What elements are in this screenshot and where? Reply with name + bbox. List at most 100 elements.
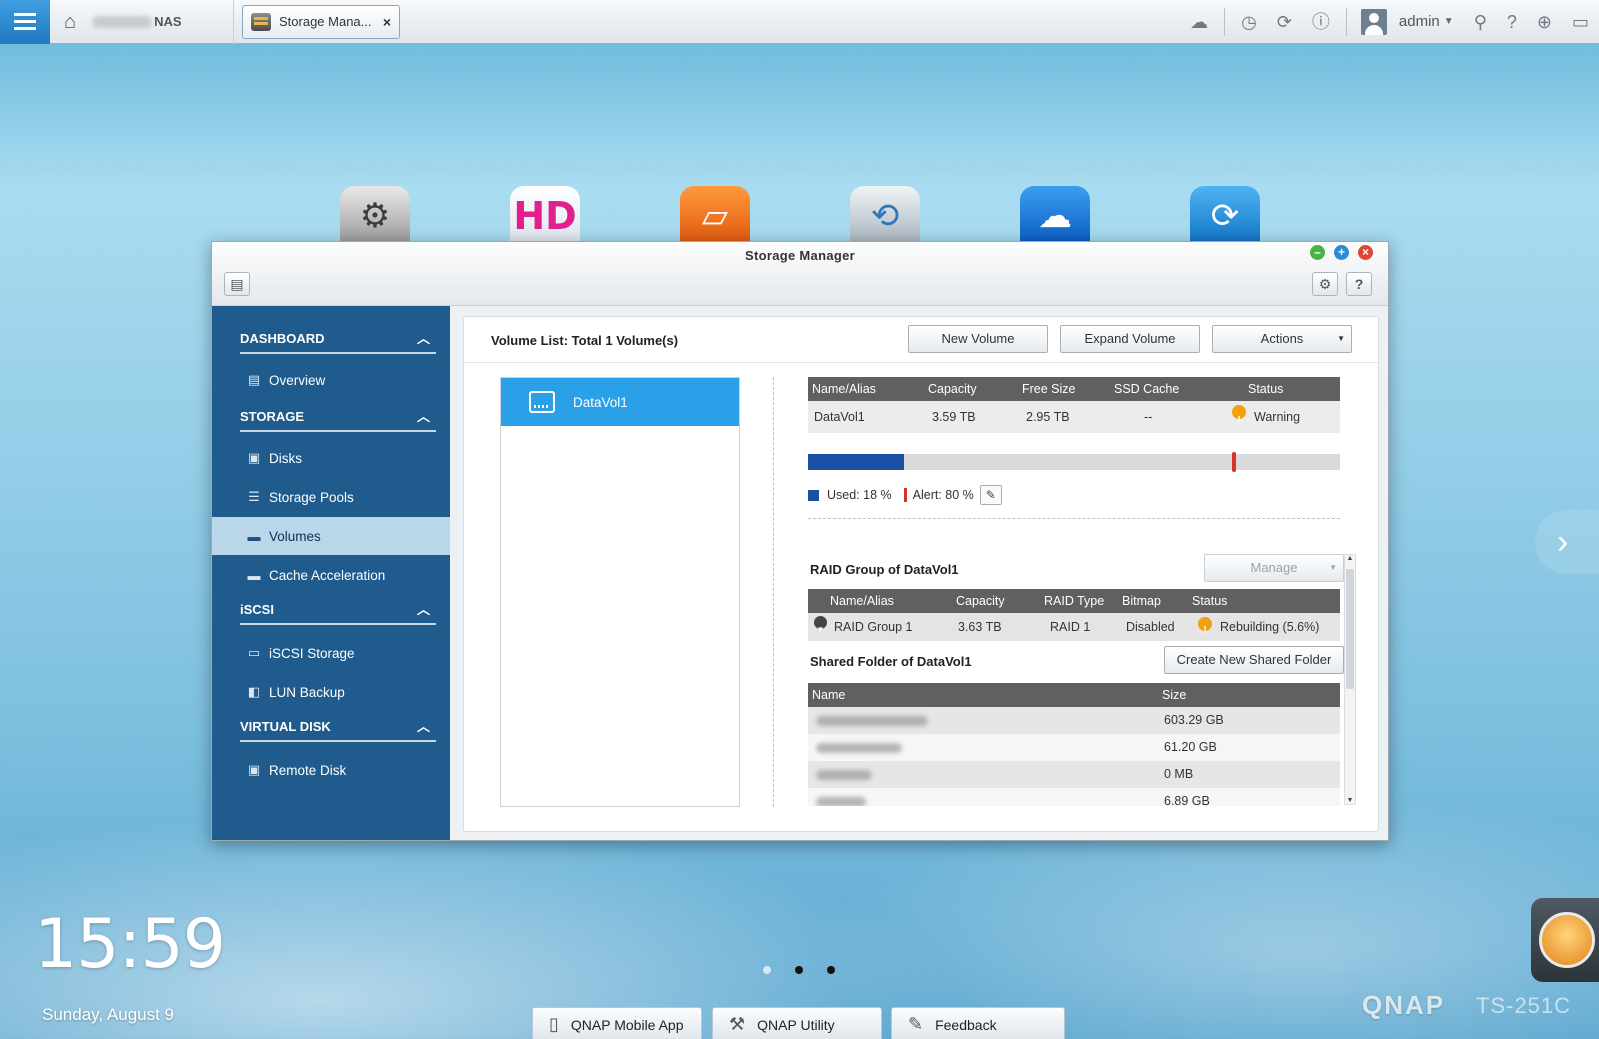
volume-free-size: 2.95 TB bbox=[1026, 410, 1070, 424]
close-icon[interactable]: × bbox=[1358, 245, 1373, 260]
sidebar-item-cache-acceleration[interactable]: ▬ Cache Acceleration bbox=[212, 556, 450, 594]
divider bbox=[1345, 7, 1347, 36]
expand-volume-button[interactable]: Expand Volume bbox=[1060, 325, 1200, 353]
storage-manager-tab[interactable]: Storage Mana... × bbox=[242, 4, 400, 39]
sidebar-item-label: LUN Backup bbox=[269, 684, 345, 700]
dropdown-arrow-icon: ▼ bbox=[1337, 334, 1345, 343]
chevron-up-icon[interactable]: ︿ bbox=[417, 595, 430, 625]
volume-list-title: Volume List: Total 1 Volume(s) bbox=[491, 333, 679, 348]
backup-icon: ⟲ bbox=[870, 197, 900, 235]
create-shared-folder-button[interactable]: Create New Shared Folder bbox=[1164, 646, 1344, 674]
maximize-icon[interactable]: + bbox=[1334, 245, 1349, 260]
backup-station-app-icon[interactable]: ⟲ bbox=[850, 186, 920, 242]
section-dashboard[interactable]: DASHBOARD ︿ bbox=[240, 324, 436, 354]
desktop-page-dot-1[interactable] bbox=[763, 966, 771, 974]
chevron-up-icon[interactable]: ︿ bbox=[417, 402, 430, 432]
background-task-icon[interactable]: ⟳ bbox=[1277, 13, 1292, 31]
dashboard-gauge-widget[interactable] bbox=[1531, 898, 1599, 982]
chevron-down-icon[interactable]: ▼ bbox=[1444, 16, 1454, 27]
tab-label: Storage Mana... bbox=[279, 14, 372, 29]
table-row[interactable]: 61.20 GB bbox=[808, 734, 1340, 761]
table-row[interactable]: DataVol1 3.59 TB 2.95 TB -- ! Warning bbox=[808, 401, 1340, 433]
table-row[interactable]: ▼ RAID Group 1 3.63 TB RAID 1 Disabled ! R… bbox=[808, 613, 1340, 641]
sidebar-item-disks[interactable]: ▣ Disks bbox=[212, 439, 450, 477]
feedback-button[interactable]: ✎ Feedback bbox=[891, 1007, 1065, 1039]
edit-alert-pencil-icon[interactable]: ✎ bbox=[979, 485, 1002, 505]
scroll-down-icon[interactable]: ▼ bbox=[1345, 797, 1355, 804]
table-row[interactable]: 0 MB bbox=[808, 761, 1340, 788]
cloud-icon[interactable]: ☁ bbox=[1190, 13, 1208, 31]
qnap-utility-button[interactable]: ⚒ QNAP Utility bbox=[712, 1007, 882, 1039]
info-icon[interactable]: ⓘ bbox=[1312, 13, 1330, 31]
sidebar-item-overview[interactable]: ▤ Overview bbox=[212, 361, 450, 399]
chevron-up-icon[interactable]: ︿ bbox=[417, 712, 430, 742]
volume-item-label: DataVol1 bbox=[573, 394, 628, 410]
main-menu-button[interactable] bbox=[0, 0, 50, 44]
section-title: STORAGE bbox=[240, 409, 305, 424]
storage-manager-icon bbox=[251, 12, 271, 31]
search-icon[interactable]: ⚲ bbox=[1474, 13, 1487, 31]
chevron-up-icon[interactable]: ︿ bbox=[417, 324, 430, 354]
settings-gear-icon[interactable]: ⚙ bbox=[1312, 272, 1338, 296]
divider bbox=[808, 518, 1340, 519]
scroll-up-icon[interactable]: ▲ bbox=[1345, 555, 1355, 562]
table-row[interactable]: 603.29 GB bbox=[808, 707, 1340, 734]
scrollbar-thumb[interactable] bbox=[1346, 569, 1354, 689]
desktop-page-dot-2[interactable] bbox=[795, 966, 803, 974]
gear-icon: ⚙ bbox=[359, 197, 391, 235]
folder-size: 6.89 GB bbox=[1164, 794, 1210, 806]
folder-name-blurred bbox=[816, 707, 928, 734]
hd-station-icon: HD bbox=[513, 194, 577, 238]
manage-dropdown[interactable]: Manage ▼ bbox=[1204, 554, 1344, 582]
section-iscsi[interactable]: iSCSI ︿ bbox=[240, 595, 436, 625]
column-header: Status bbox=[1192, 594, 1228, 608]
sync-app-icon[interactable]: ⟳ bbox=[1190, 186, 1260, 242]
sidebar-item-label: Cache Acceleration bbox=[269, 567, 386, 583]
sidebar-item-remote-disk[interactable]: ▣ Remote Disk bbox=[212, 751, 450, 789]
section-storage[interactable]: STORAGE ︿ bbox=[240, 402, 436, 432]
tab-close-icon[interactable]: × bbox=[383, 14, 391, 30]
toggle-sidebar-icon[interactable]: ▤ bbox=[224, 272, 250, 296]
help-icon[interactable]: ? bbox=[1346, 272, 1372, 296]
overview-icon: ▤ bbox=[247, 372, 261, 387]
monitor-icon[interactable]: ▭ bbox=[1572, 13, 1589, 31]
actions-dropdown[interactable]: Actions ▼ bbox=[1212, 325, 1352, 353]
sidebar-item-storage-pools[interactable]: ☰ Storage Pools bbox=[212, 478, 450, 516]
new-volume-button[interactable]: New Volume bbox=[908, 325, 1048, 353]
minimize-icon[interactable]: – bbox=[1310, 245, 1325, 260]
sidebar-item-lun-backup[interactable]: ◧ LUN Backup bbox=[212, 673, 450, 711]
sidebar-item-volumes[interactable]: ▬ Volumes bbox=[212, 517, 450, 555]
detail-scrollbar[interactable]: ▲ ▼ bbox=[1344, 554, 1356, 805]
language-globe-icon[interactable]: ⊕ bbox=[1537, 13, 1552, 31]
section-virtual-disk[interactable]: VIRTUAL DISK ︿ bbox=[240, 712, 436, 742]
home-icon[interactable]: ⌂ bbox=[64, 12, 76, 32]
hd-station-app-icon[interactable]: HD bbox=[510, 186, 580, 242]
hamburger-icon bbox=[14, 20, 36, 23]
section-title: VIRTUAL DISK bbox=[240, 719, 331, 734]
sidebar-item-label: Overview bbox=[269, 372, 326, 388]
home-area[interactable]: ⌂ NAS bbox=[50, 0, 234, 44]
file-station-app-icon[interactable]: ▱ bbox=[680, 186, 750, 242]
table-row[interactable]: 6.89 GB bbox=[808, 788, 1340, 806]
next-desktop-chevron-right-icon[interactable]: › bbox=[1535, 510, 1599, 574]
blurred-text bbox=[816, 796, 866, 806]
window-titlebar[interactable]: Storage Manager – + × ▤ ⚙ ? bbox=[212, 242, 1388, 306]
column-header: Capacity bbox=[928, 382, 977, 396]
manage-label: Manage bbox=[1250, 560, 1298, 575]
expand-row-icon[interactable]: ▼ bbox=[814, 616, 827, 634]
sidebar: DASHBOARD ︿ ▤ Overview STORAGE ︿ ▣ Disks… bbox=[212, 306, 450, 840]
qnap-mobile-app-button[interactable]: ▯ QNAP Mobile App bbox=[532, 1007, 702, 1039]
user-avatar-icon[interactable] bbox=[1360, 8, 1387, 35]
cloud-app-icon[interactable]: ☁ bbox=[1020, 186, 1090, 242]
edit-icon: ✎ bbox=[908, 1014, 924, 1034]
status-text: Rebuilding (5.6%) bbox=[1220, 620, 1320, 634]
volume-item-datavol1[interactable]: DataVol1 bbox=[501, 378, 739, 426]
alert-color-swatch bbox=[903, 488, 907, 502]
clock-icon[interactable]: ◷ bbox=[1241, 13, 1257, 31]
desktop-page-dot-3[interactable] bbox=[827, 966, 835, 974]
column-header: RAID Type bbox=[1044, 594, 1105, 608]
sidebar-item-iscsi-storage[interactable]: ▭ iSCSI Storage bbox=[212, 634, 450, 672]
user-name[interactable]: admin bbox=[1399, 13, 1440, 30]
control-panel-app-icon[interactable]: ⚙ bbox=[340, 186, 410, 242]
help-icon[interactable]: ? bbox=[1507, 13, 1517, 31]
